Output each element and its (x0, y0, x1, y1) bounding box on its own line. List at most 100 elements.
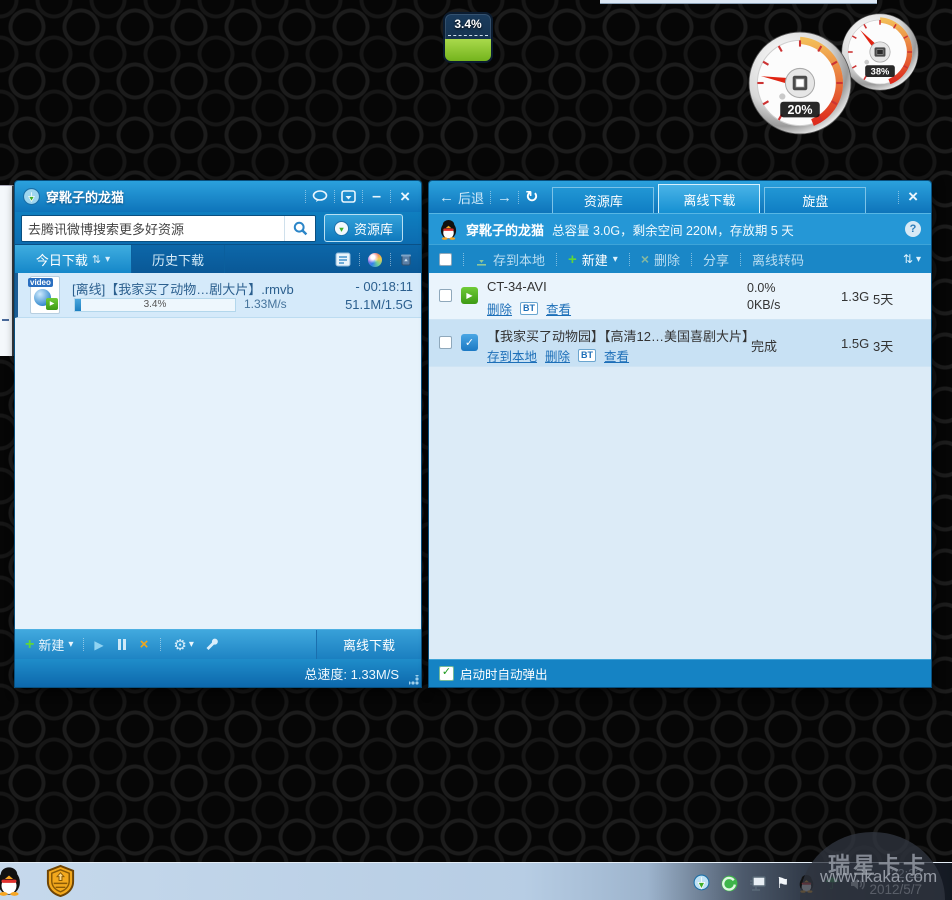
tab-today-downloads[interactable]: 今日下载 ⇅ ▾ (15, 245, 132, 274)
tray-flag-icon[interactable]: ⚑ (776, 876, 789, 891)
task-percent: 0.0% (747, 281, 776, 295)
row-checkbox[interactable] (439, 336, 452, 349)
new-task-button[interactable]: + 新建 ▾ (25, 635, 73, 654)
mini-progress-value: 3.4% (454, 17, 482, 31)
separator (518, 190, 520, 204)
resource-library-button[interactable]: 资源库 (324, 214, 404, 242)
separator (628, 252, 630, 266)
tab-offline-download[interactable]: 离线下载 (658, 184, 761, 213)
list-view-icon[interactable] (335, 252, 351, 267)
tab-history-downloads[interactable]: 历史下载 (132, 245, 225, 274)
search-input[interactable] (22, 215, 284, 241)
download-item-name: [离线]【我家买了动物…剧大片】.rmvb (72, 282, 294, 297)
separator (362, 190, 364, 203)
user-info-row: 穿靴子的龙猫 总容量 3.0G，剩余空间 220M，存放期 5 天 ? (429, 213, 931, 244)
delete-button[interactable]: 删除 (654, 250, 680, 269)
user-quota-info: 总容量 3.0G，剩余空间 220M，存放期 5 天 (552, 223, 794, 238)
search-button[interactable] (284, 215, 315, 241)
left-status-bar: 总速度: 1.33M/S (15, 659, 421, 687)
row-checkbox[interactable] (439, 289, 452, 302)
search-icon (293, 221, 307, 235)
search-row: 资源库 (15, 212, 421, 244)
memory-gauge-value: 38% (871, 67, 890, 77)
close-button[interactable]: × (905, 188, 921, 205)
taskbar-qq-icon[interactable] (0, 866, 24, 896)
download-item[interactable]: video ▶ [离线]【我家买了动物…剧大片】.rmvb - 00:18:11… (15, 273, 421, 318)
task-row[interactable]: ✓ 【我家买了动物园】【高清12…美国喜剧大片】 存到本地 删除 BT 查看 完… (429, 320, 931, 367)
caret-down-icon[interactable]: ▾ (916, 254, 921, 265)
close-button[interactable]: × (397, 188, 413, 205)
delete-task-button[interactable]: × (140, 636, 149, 653)
task-name: 【我家买了动物园】【高清12…美国喜剧大片】 (487, 329, 755, 344)
app-globe-icon (23, 188, 40, 205)
auto-popup-label: 启动时自动弹出 (460, 668, 548, 682)
pause-button[interactable] (117, 639, 126, 650)
view-link[interactable]: 查看 (546, 299, 571, 318)
tray-download-globe-icon[interactable] (692, 874, 711, 893)
transcode-button[interactable]: 离线转码 (752, 250, 804, 269)
tab-resource-library[interactable]: 资源库 (552, 187, 655, 213)
offscreen-window-left-edge (0, 185, 14, 356)
qq-penguin-avatar (440, 219, 457, 240)
video-file-icon: video ▶ (28, 276, 60, 314)
taskbar-kaka-lion-icon[interactable] (44, 864, 77, 897)
sort-icon: ⇅ (91, 254, 102, 266)
caret-down-icon[interactable]: ▾ (189, 639, 194, 650)
caret-down-icon[interactable]: ▾ (613, 254, 618, 265)
offline-download-button[interactable]: 离线下载 (316, 630, 421, 659)
refresh-icon[interactable]: ↻ (525, 187, 538, 207)
share-button[interactable]: 分享 (703, 250, 729, 269)
save-to-local-button[interactable]: 存到本地 (493, 250, 545, 269)
downloading-status-icon: ▶ (461, 287, 478, 304)
tray-network-icon[interactable] (748, 875, 767, 892)
back-arrow-icon[interactable]: ← (439, 189, 454, 206)
sort-order-icon[interactable]: ⇅ (903, 252, 913, 266)
resize-grip[interactable] (409, 675, 419, 685)
left-titlebar[interactable]: 穿靴子的龙猫 – × (15, 181, 421, 212)
forward-arrow-icon[interactable]: → (497, 189, 512, 206)
delete-link[interactable]: 删除 (545, 346, 570, 365)
mini-progress-fill (445, 39, 491, 61)
cpu-gauge[interactable]: 20% (748, 31, 852, 135)
trash-icon[interactable] (399, 252, 413, 267)
right-bottom-bar: ✓ 启动时自动弹出 (429, 659, 931, 687)
select-all-checkbox[interactable] (439, 252, 452, 266)
minimize-to-tray-icon[interactable] (341, 190, 356, 203)
back-button[interactable]: 后退 (458, 188, 484, 207)
completed-status-icon: ✓ (461, 334, 478, 351)
browser-sphere-icon[interactable] (368, 252, 382, 267)
bt-badge: BT (578, 349, 597, 362)
save-to-local-link[interactable]: 存到本地 (487, 346, 537, 365)
separator (305, 190, 307, 203)
desktop: 3.4% 38% 20% 穿靴子的龙猫 – × 去腾讯微博搜索更多好资源 资源库… (0, 0, 952, 900)
bt-badge: BT (520, 302, 539, 315)
delete-x-icon: × (640, 251, 650, 267)
auto-popup-checkbox[interactable]: ✓ (439, 666, 454, 681)
offline-download-label: 离线下载 (342, 638, 395, 653)
tab-xuanpan[interactable]: 旋盘 (764, 187, 867, 213)
settings-button[interactable]: ⚙ (173, 636, 186, 654)
memory-gauge[interactable]: 38% (841, 13, 919, 91)
start-button[interactable]: ▶ (94, 638, 103, 652)
view-link[interactable]: 查看 (604, 346, 629, 365)
wrench-icon[interactable] (204, 637, 219, 652)
right-toolbar: 存到本地 + 新建 ▾ × 删除 分享 离线转码 ⇅ ▾ (429, 244, 931, 273)
new-task-button[interactable]: 新建 (582, 250, 608, 269)
offline-panel-window: ← 后退 → ↻ 资源库 离线下载 旋盘 × 穿靴子的龙猫 总容量 3.0G，剩… (428, 180, 932, 688)
ram-chip-inner (876, 49, 884, 55)
separator (490, 190, 492, 204)
feedback-bubble-icon[interactable] (312, 190, 328, 203)
separator (691, 252, 693, 266)
mini-progress-widget[interactable]: 3.4% (443, 12, 493, 63)
delete-link[interactable]: 删除 (487, 299, 512, 318)
total-speed: 总速度: 1.33M/S (304, 666, 399, 682)
tray-swirl-icon[interactable] (720, 874, 739, 893)
task-size: 1.5G (841, 336, 870, 351)
right-titlebar[interactable]: ← 后退 → ↻ 资源库 离线下载 旋盘 × (429, 181, 931, 213)
minimize-button[interactable]: – (369, 188, 384, 204)
offscreen-window-top-edge (600, 0, 877, 4)
help-icon[interactable]: ? (905, 221, 921, 237)
plus-icon: + (25, 635, 35, 653)
task-days-left: 3天 (873, 339, 894, 354)
task-row[interactable]: ▶ CT-34-AVI 删除 BT 查看 0.0% 0KB/s 1.3G 5天 (429, 273, 931, 320)
